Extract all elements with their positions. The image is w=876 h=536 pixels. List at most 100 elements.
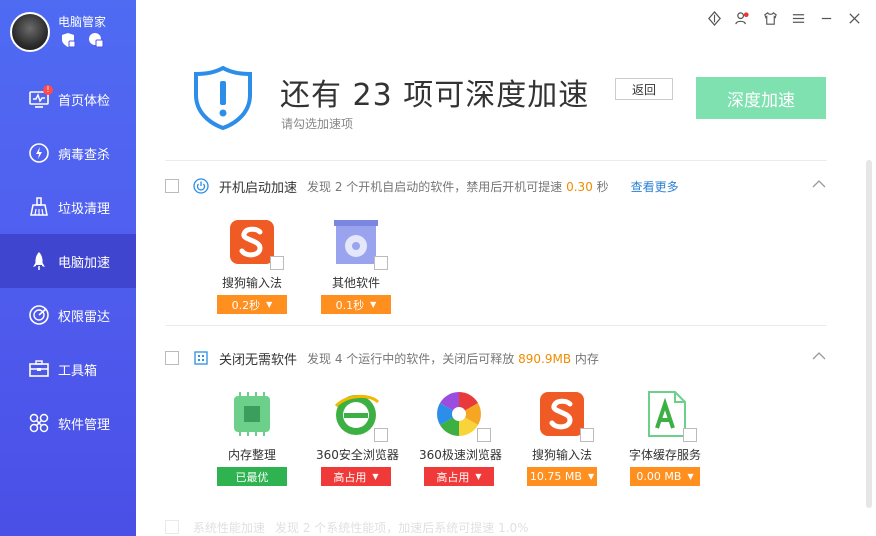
desc-highlight: 890.9MB [518, 351, 572, 366]
browser-360-safe-icon [330, 388, 388, 442]
sogou-icon [226, 216, 284, 270]
chevron-down-icon: ▼ [372, 472, 379, 481]
app-checkbox[interactable] [683, 428, 697, 442]
section-system-perf-header: 系统性能加速 发现 2 个系统性能项，加速后系统可提速 1.0% [165, 518, 827, 536]
app-tag-dropdown[interactable]: 0.00 MB ▼ [630, 467, 700, 486]
close-icon[interactable] [846, 10, 862, 26]
see-more-link[interactable]: 查看更多 [631, 178, 679, 195]
lock-badge-icon[interactable] [88, 32, 104, 48]
app-tag-dropdown[interactable]: 0.2秒 ▼ [217, 295, 287, 314]
deep-speedup-button[interactable]: 深度加速 [696, 77, 826, 119]
software-icon [28, 412, 50, 434]
section-title: 系统性能加速 [193, 520, 266, 535]
desc-prefix: 发现 4 个运行中的软件，关闭后可释放 [307, 351, 515, 366]
sidebar-item-label: 病毒查杀 [58, 147, 111, 163]
shield-badge-icon[interactable] [60, 32, 76, 48]
section-checkbox[interactable] [165, 179, 179, 193]
app-name: 内存整理 [227, 448, 276, 462]
broom-icon [28, 196, 50, 218]
profile-area: 电脑管家 [10, 10, 136, 54]
rocket-icon [28, 250, 50, 272]
software-box-icon [330, 216, 388, 270]
section-checkbox[interactable] [165, 520, 179, 534]
section-title: 关闭无需软件 [219, 352, 298, 368]
avatar[interactable] [10, 12, 50, 52]
page-title: 还有 23 项可深度加速 [280, 78, 590, 113]
sidebar-item-label: 首页体检 [58, 93, 111, 109]
collapse-chevron-icon[interactable] [811, 348, 827, 364]
minimize-icon[interactable] [818, 10, 834, 26]
app-checkbox[interactable] [477, 428, 491, 442]
sidebar-item-virus-scan[interactable]: 病毒查杀 [0, 126, 136, 180]
back-button[interactable]: 返回 [615, 78, 673, 100]
sidebar-item-permission-radar[interactable]: 权限雷达 [0, 288, 136, 342]
desc-highlight: 0.30 [566, 179, 593, 194]
app-checkbox[interactable] [270, 256, 284, 270]
app-name: 搜狗输入法 [531, 448, 592, 462]
app-name: 电脑管家 [58, 15, 107, 29]
tag-value: 10.75 MB [529, 470, 582, 483]
browser-360-speed-icon [433, 388, 491, 442]
toolbox-icon [28, 358, 50, 380]
power-icon [193, 178, 209, 194]
app-name: 其他软件 [331, 276, 380, 290]
app-checkbox[interactable] [374, 428, 388, 442]
lightning-icon [28, 142, 50, 164]
sidebar-item-label: 垃圾清理 [58, 201, 111, 217]
app-item[interactable]: 搜狗输入法 10.75 MB ▼ [522, 388, 602, 486]
leaf-icon[interactable] [706, 10, 722, 26]
tag-value: 高占用 [333, 470, 367, 484]
radar-icon [28, 304, 50, 326]
app-item[interactable]: 360极速浏览器 高占用 ▼ [419, 388, 502, 486]
sidebar-item-software-manager[interactable]: 软件管理 [0, 396, 136, 450]
sidebar-item-junk-clean[interactable]: 垃圾清理 [0, 180, 136, 234]
app-checkbox[interactable] [374, 256, 388, 270]
section-checkbox[interactable] [165, 351, 179, 365]
section-title: 开机启动加速 [219, 180, 298, 196]
divider [165, 160, 827, 161]
user-settings-icon[interactable] [734, 10, 750, 26]
app-tag-dropdown[interactable]: 高占用 ▼ [321, 467, 391, 486]
sidebar-item-pc-speedup[interactable]: 电脑加速 [0, 234, 136, 288]
app-tag-dropdown[interactable]: 0.1秒 ▼ [321, 295, 391, 314]
memory-chip-icon [226, 388, 278, 440]
sidebar-item-label: 工具箱 [58, 363, 98, 379]
sidebar-nav: ! 首页体检 病毒查杀 垃圾清理 电脑加速 权限雷达 工具箱 软件管理 [0, 72, 136, 450]
section-description: 发现 2 个系统性能项，加速后系统可提速 1.0% [275, 520, 529, 535]
tag-value: 0.1秒 [335, 298, 365, 312]
app-checkbox[interactable] [580, 428, 594, 442]
tag-value: 0.00 MB [636, 470, 682, 483]
profile-badges [60, 32, 104, 48]
app-item[interactable]: 其他软件 0.1秒 ▼ [316, 216, 396, 314]
desc-suffix: 内存 [574, 351, 599, 366]
app-item[interactable]: 内存整理 已最优 [212, 388, 292, 486]
section-close-apps-header: 关闭无需软件 发现 4 个运行中的软件，关闭后可释放 890.9MB 内存 [165, 348, 827, 368]
page-subtitle: 请勾选加速项 [281, 117, 354, 131]
app-item[interactable]: 搜狗输入法 0.2秒 ▼ [212, 216, 292, 314]
collapse-chevron-icon[interactable] [811, 176, 827, 192]
section-description: 发现 4 个运行中的软件，关闭后可释放 890.9MB 内存 [307, 350, 599, 367]
menu-icon[interactable] [790, 10, 806, 26]
tag-value: 高占用 [436, 470, 470, 484]
sogou-icon [536, 388, 594, 442]
grid-app-icon [193, 350, 209, 366]
shield-alert-icon [190, 65, 256, 131]
app-tag-dropdown[interactable]: 10.75 MB ▼ [527, 467, 597, 486]
section-description: 发现 2 个开机自启动的软件，禁用后开机可提速 0.30 秒 [307, 178, 609, 195]
desc-suffix: 秒 [596, 179, 609, 194]
app-item[interactable]: 360安全浏览器 高占用 ▼ [316, 388, 399, 486]
chevron-down-icon: ▼ [475, 472, 482, 481]
title-bar-controls [706, 10, 862, 26]
app-item[interactable]: 字体缓存服务 0.00 MB ▼ [625, 388, 705, 486]
sidebar-item-home-checkup[interactable]: ! 首页体检 [0, 72, 136, 126]
sidebar: 电脑管家 ! 首页体检 病毒查杀 垃圾清理 电脑加速 权限雷达 工具箱 软件管理 [0, 0, 136, 536]
app-tag-dropdown[interactable]: 高占用 ▼ [424, 467, 494, 486]
skin-shirt-icon[interactable] [762, 10, 778, 26]
sidebar-item-label: 权限雷达 [58, 309, 111, 325]
scrollbar[interactable] [866, 160, 872, 508]
sidebar-item-toolbox[interactable]: 工具箱 [0, 342, 136, 396]
chevron-down-icon: ▼ [370, 300, 377, 309]
sidebar-item-label: 电脑加速 [58, 255, 111, 271]
alert-badge: ! [43, 85, 53, 95]
divider [165, 325, 827, 326]
